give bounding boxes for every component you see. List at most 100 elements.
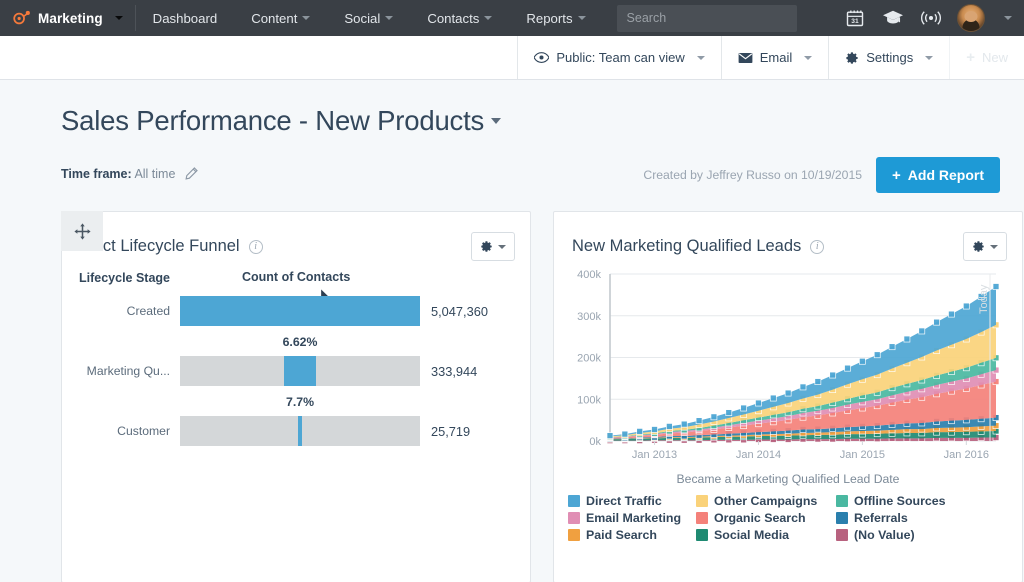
legend-label: Paid Search: [586, 528, 657, 543]
info-icon[interactable]: i: [810, 239, 825, 254]
plus-icon: +: [966, 49, 975, 66]
gear-icon: [973, 241, 984, 252]
chevron-down-icon[interactable]: [491, 117, 502, 124]
graduation-cap-icon[interactable]: [881, 6, 905, 30]
email-button[interactable]: Email: [720, 36, 829, 79]
visibility-button[interactable]: Public: Team can view: [517, 36, 721, 79]
time-frame: Time frame: All time: [61, 167, 198, 183]
funnel-card-title: ntact Lifecycle Funnel: [80, 237, 240, 256]
funnel-card-header: ntact Lifecycle Funnel i: [62, 212, 530, 264]
legend-label: Offline Sources: [854, 494, 946, 509]
nav-item-label: Contacts: [427, 10, 480, 26]
legend-label: Direct Traffic: [586, 494, 662, 509]
legend-swatch: [696, 512, 708, 525]
chevron-down-icon: [990, 244, 998, 249]
settings-button[interactable]: Settings: [828, 36, 950, 79]
funnel-settings-button[interactable]: [471, 232, 515, 262]
svg-text:300k: 300k: [577, 311, 601, 323]
funnel-row: Customer 25,719: [62, 416, 530, 447]
brand-label: Marketing: [38, 10, 103, 26]
add-report-button[interactable]: + Add Report: [876, 157, 1000, 194]
created-by-text: Created by Jeffrey Russo on 10/19/2015: [643, 168, 863, 183]
avatar[interactable]: [957, 4, 985, 32]
legend-item[interactable]: Offline Sources: [836, 494, 1022, 508]
funnel-count-header: Count of Contacts: [180, 270, 350, 287]
reports-grid: ntact Lifecycle Funnel i Lifecycle Stage: [0, 193, 1024, 582]
funnel-row-label: Marketing Qu...: [86, 364, 170, 379]
legend-label: (No Value): [854, 528, 915, 543]
funnel-conversion-rate: 6.62%: [282, 335, 318, 350]
app-root: Marketing Dashboard Content Social Conta…: [0, 0, 1024, 582]
header-actions: Created by Jeffrey Russo on 10/19/2015 +…: [643, 157, 1000, 194]
svg-text:Jan 2016: Jan 2016: [944, 449, 989, 461]
nav-item-content[interactable]: Content: [234, 0, 327, 36]
legend-swatch: [836, 512, 848, 525]
legend-swatch: [568, 495, 580, 508]
svg-text:Today: Today: [978, 284, 990, 314]
new-label: New: [981, 50, 1008, 65]
legend-label: Other Campaigns: [714, 494, 818, 509]
nav-item-social[interactable]: Social: [327, 0, 410, 36]
svg-text:31: 31: [851, 18, 859, 25]
eye-icon: [534, 52, 550, 63]
svg-text:100k: 100k: [577, 395, 601, 407]
envelope-icon: [738, 52, 753, 63]
legend-item[interactable]: Other Campaigns: [696, 494, 836, 508]
legend-item[interactable]: Organic Search: [696, 511, 836, 525]
chevron-down-icon: [498, 244, 506, 249]
chevron-down-icon: [484, 16, 493, 20]
svg-text:Jan 2014: Jan 2014: [736, 449, 781, 461]
legend-item[interactable]: Paid Search: [568, 528, 696, 542]
legend-item[interactable]: Direct Traffic: [568, 494, 696, 508]
mql-chart-svg: 0k 100k 200k 300k 400k Jan 2013 Jan 2014 Jan 20…: [577, 269, 1000, 461]
info-icon[interactable]: i: [248, 239, 263, 254]
legend-label: Referrals: [854, 511, 908, 526]
legend-item[interactable]: (No Value): [836, 528, 1022, 542]
chevron-down-icon[interactable]: [1004, 16, 1012, 20]
page-title[interactable]: Sales Performance - New Products: [61, 105, 502, 136]
mql-card-title: New Marketing Qualified Leads: [572, 237, 802, 256]
nav-item-dashboard[interactable]: Dashboard: [136, 0, 235, 36]
legend-item[interactable]: Email Marketing: [568, 511, 696, 525]
email-label: Email: [759, 50, 793, 65]
page-body: Sales Performance - New Products Time fr…: [0, 80, 1024, 582]
legend-swatch: [836, 495, 848, 508]
search-container: [616, 4, 797, 32]
hubspot-sprocket-icon: [12, 9, 31, 28]
settings-label: Settings: [866, 50, 914, 65]
legend-swatch: [836, 529, 848, 542]
pencil-edit-icon[interactable]: [185, 167, 198, 183]
brand-marketing-menu[interactable]: Marketing: [10, 9, 135, 28]
plus-icon: +: [892, 166, 901, 184]
mql-chart-legend: Direct Traffic Other Campaigns Offline Sou…: [554, 486, 1022, 542]
chevron-down-icon: [804, 55, 813, 60]
nav-item-contacts[interactable]: Contacts: [410, 0, 509, 36]
calendar-icon[interactable]: 31: [843, 6, 867, 30]
funnel-row: Marketing Qu... 333,944: [62, 356, 530, 387]
new-marketing-qualified-leads-card: New Marketing Qualified Leads i 0k 100k 20…: [553, 211, 1023, 582]
svg-text:400k: 400k: [577, 269, 601, 281]
search-input[interactable]: [616, 4, 797, 32]
svg-text:Jan 2013: Jan 2013: [632, 449, 677, 461]
funnel-row-bar: [180, 356, 420, 387]
funnel-conversion-rate: 7.7%: [285, 395, 315, 410]
funnel-row-value: 333,944: [431, 363, 478, 379]
nav-item-label: Content: [251, 10, 298, 26]
mql-settings-button[interactable]: [963, 232, 1007, 262]
legend-swatch: [696, 495, 708, 508]
top-navigation-bar: Marketing Dashboard Content Social Conta…: [0, 0, 1024, 36]
legend-item[interactable]: Social Media: [696, 528, 836, 542]
meta-row: Time frame: All time Created by Jeffrey …: [61, 157, 1000, 194]
broadcast-icon[interactable]: [919, 6, 943, 30]
legend-item[interactable]: Referrals: [836, 511, 1022, 525]
new-report-button[interactable]: + New: [949, 36, 1024, 79]
funnel-count-header-text: Count of Contacts: [242, 270, 351, 285]
mql-card-header: New Marketing Qualified Leads i: [554, 212, 1022, 264]
funnel-stage-header-text: Lifecycle Stage: [78, 271, 170, 286]
nav-item-reports[interactable]: Reports: [509, 0, 602, 36]
legend-label: Email Marketing: [586, 511, 682, 526]
legend-swatch: [568, 512, 580, 525]
contact-lifecycle-funnel-card: ntact Lifecycle Funnel i Lifecycle Stage: [61, 211, 531, 582]
drag-handle-icon[interactable]: [61, 211, 103, 252]
title-row: Sales Performance - New Products: [61, 105, 1000, 136]
